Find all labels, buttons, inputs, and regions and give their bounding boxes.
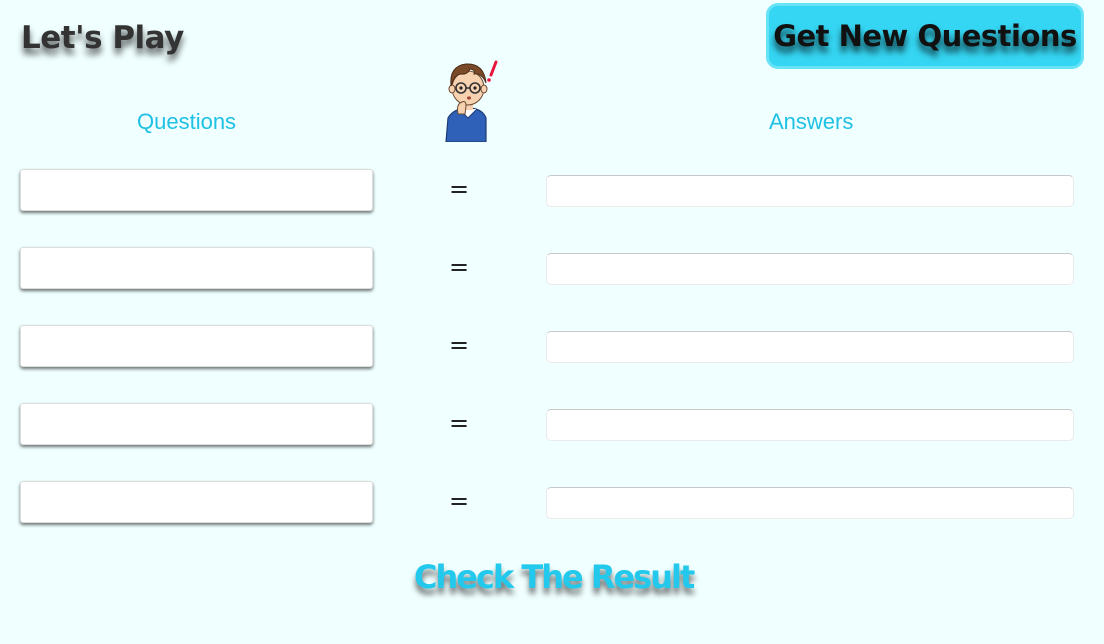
equals-sign: = [448, 409, 470, 437]
answers-heading: Answers [769, 109, 854, 134]
question-box [20, 481, 373, 523]
answer-input[interactable] [546, 253, 1074, 285]
question-row: = [0, 481, 1104, 525]
answer-input[interactable] [546, 487, 1074, 519]
question-row: = [0, 403, 1104, 447]
equals-sign: = [448, 487, 470, 515]
question-box [20, 403, 373, 445]
answer-input[interactable] [546, 331, 1074, 363]
question-row: = [0, 325, 1104, 369]
equals-sign: = [448, 331, 470, 359]
answer-input[interactable] [546, 409, 1074, 441]
question-box [20, 325, 373, 367]
questions-heading: Questions [137, 109, 237, 134]
thinking-boy-icon [432, 56, 504, 143]
equals-sign: = [448, 253, 470, 281]
page-title: Let's Play [21, 20, 184, 56]
question-box [20, 247, 373, 289]
answer-input[interactable] [546, 175, 1074, 207]
get-new-questions-button[interactable]: Get New Questions [766, 3, 1084, 69]
equals-sign: = [448, 175, 470, 203]
check-result-button[interactable]: Check The Result [414, 558, 695, 596]
question-row: = [0, 247, 1104, 291]
question-box [20, 169, 373, 211]
question-row: = [0, 169, 1104, 213]
